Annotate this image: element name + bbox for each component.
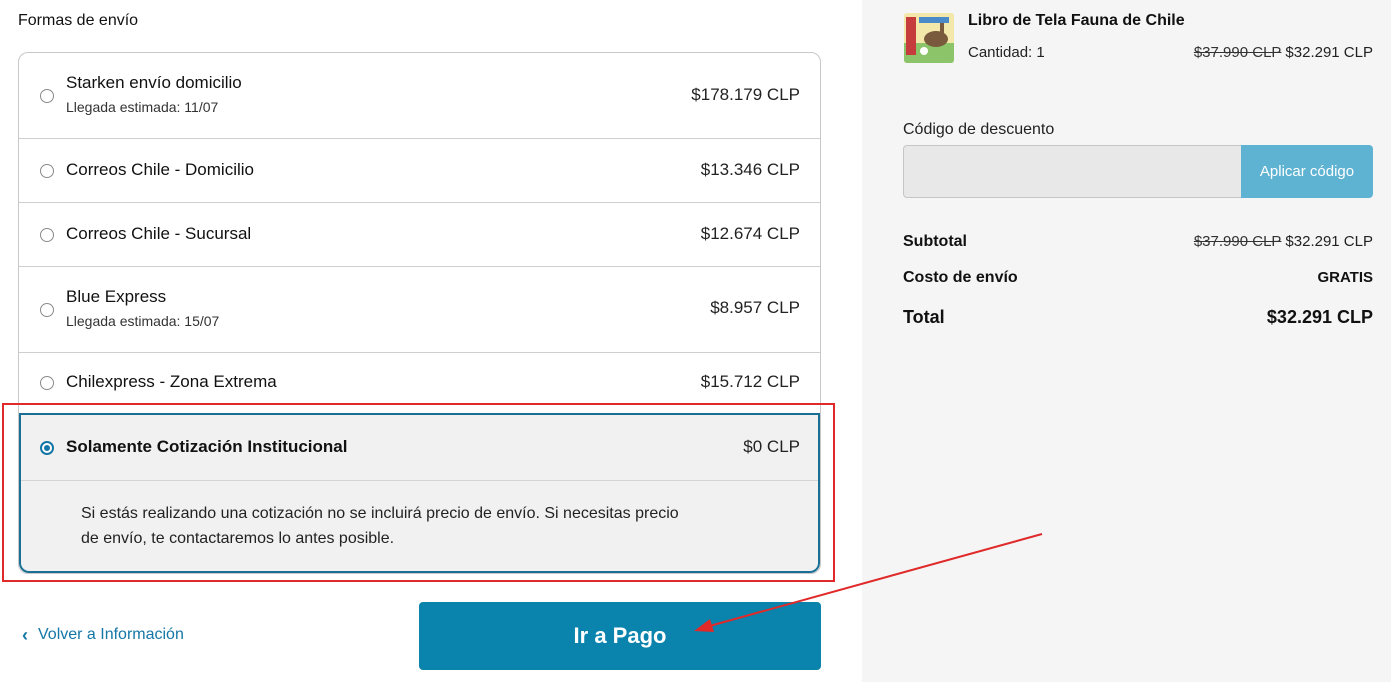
shipping-cost-label: Costo de envío <box>903 269 1018 286</box>
shipping-panel: Formas de envío Starken envío domicilio … <box>0 0 862 682</box>
radio-button[interactable] <box>40 303 54 317</box>
shipping-cost-value: GRATIS <box>1317 269 1373 286</box>
shipping-option-price: $178.179 CLP <box>691 85 800 104</box>
subtotal-new: $32.291 CLP <box>1285 233 1373 250</box>
shipping-option-correos-sucursal[interactable]: Correos Chile - Sucursal $12.674 CLP <box>19 203 820 267</box>
selected-option-description: Si estás realizando una cotización no se… <box>81 501 781 551</box>
total-label: Total <box>903 307 945 327</box>
shipping-section-title: Formas de envío <box>18 12 139 29</box>
discount-code-label: Código de descuento <box>903 121 1055 138</box>
product-quantity: Cantidad: 1 <box>968 44 1045 61</box>
chevron-left-icon: ‹ <box>22 625 28 645</box>
shipping-option-price: $12.674 CLP <box>700 224 800 243</box>
shipping-option-price: $13.346 CLP <box>700 160 800 179</box>
order-summary-panel: Libro de Tela Fauna de Chile Cantidad: 1… <box>862 0 1391 682</box>
shipping-option-eta: Llegada estimada: 15/07 <box>66 313 220 329</box>
shipping-option-name: Correos Chile - Domicilio <box>66 160 254 179</box>
book-cover-icon <box>904 13 954 63</box>
radio-button-checked[interactable] <box>40 441 54 455</box>
shipping-option-name: Chilexpress - Zona Extrema <box>66 372 277 391</box>
shipping-option-eta: Llegada estimada: 11/07 <box>66 99 219 115</box>
shipping-option-chilexpress[interactable]: Chilexpress - Zona Extrema $15.712 CLP <box>19 353 820 413</box>
shipping-option-price: $8.957 CLP <box>710 298 800 317</box>
discount-code-input[interactable] <box>903 145 1241 198</box>
shipping-option-name: Starken envío domicilio <box>66 73 242 92</box>
shipping-option-starken[interactable]: Starken envío domicilio Llegada estimada… <box>19 53 820 139</box>
shipping-option-price: $15.712 CLP <box>700 372 800 391</box>
shipping-options-list: Starken envío domicilio Llegada estimada… <box>18 52 821 574</box>
radio-button[interactable] <box>40 89 54 103</box>
subtotal-value: $37.990 CLP $32.291 CLP <box>1194 233 1373 250</box>
new-price: $32.291 CLP <box>1285 44 1373 61</box>
shipping-option-name: Solamente Cotización Institucional <box>66 437 348 456</box>
back-to-information-link[interactable]: ‹ Volver a Información <box>22 626 184 644</box>
subtotal-old: $37.990 CLP <box>1193 233 1282 250</box>
subtotal-label: Subtotal <box>903 233 967 250</box>
shipping-option-institucional-selected[interactable]: Solamente Cotización Institucional $0 CL… <box>19 413 820 573</box>
product-name: Libro de Tela Fauna de Chile <box>968 12 1185 29</box>
description-line: de envío, te contactaremos lo antes posi… <box>81 530 395 547</box>
total-value: $32.291 CLP <box>1266 307 1373 327</box>
go-to-payment-button[interactable]: Ir a Pago <box>419 602 821 670</box>
old-price: $37.990 CLP <box>1193 44 1282 61</box>
radio-button[interactable] <box>40 376 54 390</box>
description-line: Si estás realizando una cotización no se… <box>81 505 679 522</box>
product-price: $37.990 CLP $32.291 CLP <box>1194 44 1373 61</box>
shipping-option-name: Blue Express <box>66 287 167 306</box>
back-link-label: Volver a Información <box>38 626 184 643</box>
apply-code-button[interactable]: Aplicar código <box>1241 145 1373 198</box>
shipping-option-blue-express[interactable]: Blue Express Llegada estimada: 15/07 $8.… <box>19 267 820 353</box>
shipping-option-correos-domicilio[interactable]: Correos Chile - Domicilio $13.346 CLP <box>19 139 820 203</box>
radio-button[interactable] <box>40 228 54 242</box>
shipping-option-name: Correos Chile - Sucursal <box>66 224 252 243</box>
product-thumbnail <box>904 13 954 63</box>
radio-button[interactable] <box>40 164 54 178</box>
shipping-option-price: $0 CLP <box>743 437 800 456</box>
selected-option-header[interactable]: Solamente Cotización Institucional $0 CL… <box>21 415 818 481</box>
